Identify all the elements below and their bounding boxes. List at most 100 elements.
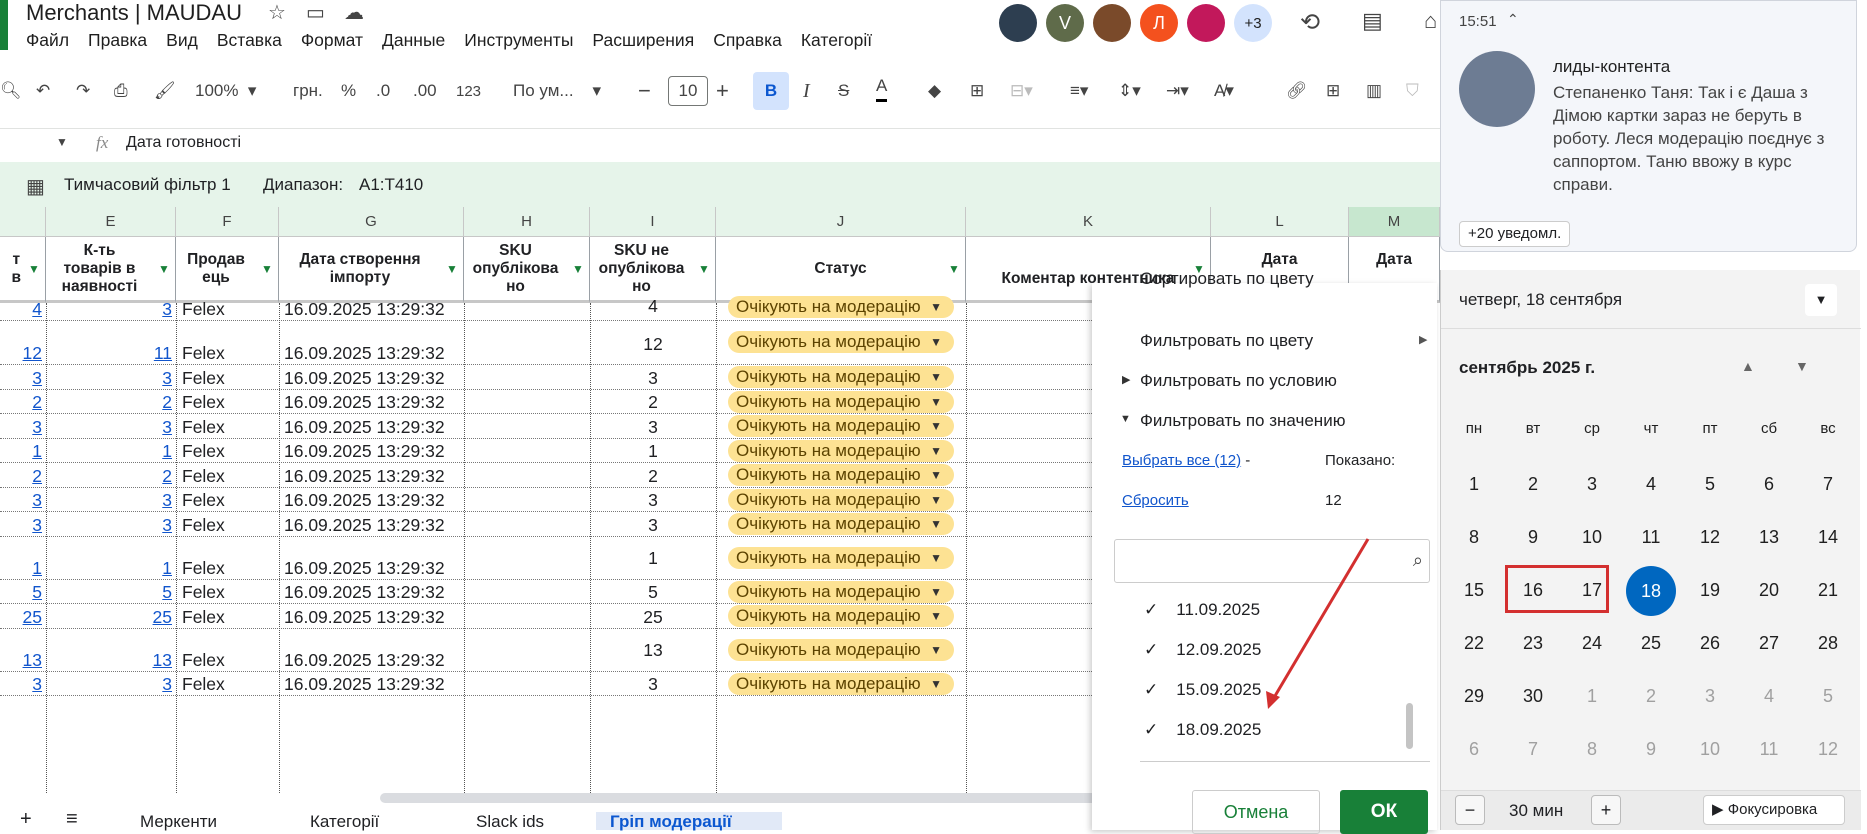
calendar-day[interactable]: 10 <box>1563 527 1621 548</box>
sort-by-color-item[interactable]: Сортировать по цвету <box>1140 269 1314 289</box>
font-select[interactable]: По ум... ▾ <box>513 72 601 110</box>
cell-seller[interactable]: Felex <box>182 649 277 671</box>
fill-color-icon[interactable]: ◆ <box>928 72 941 110</box>
calendar-day[interactable]: 8 <box>1445 527 1503 548</box>
status-chip[interactable]: Очікують на модерацію ▼ <box>728 672 954 695</box>
calendar-day[interactable]: 2 <box>1504 474 1562 495</box>
calendar-day[interactable]: 8 <box>1563 739 1621 760</box>
cell-stock[interactable]: 3 <box>46 673 172 695</box>
text-rotation-icon[interactable]: A̸▾ <box>1214 72 1234 110</box>
cell-seller[interactable]: Felex <box>182 342 277 364</box>
calendar-day[interactable]: 22 <box>1445 633 1503 654</box>
calendar-day[interactable]: 14 <box>1799 527 1857 548</box>
cell-seller[interactable]: Felex <box>182 514 277 536</box>
cell-sku-unpublished[interactable]: 3 <box>590 673 716 695</box>
cell-stock[interactable]: 3 <box>46 298 172 320</box>
cell-d[interactable]: 2 <box>0 391 42 413</box>
sheet-tab[interactable]: Меркенти <box>140 812 217 832</box>
menu-item[interactable]: Категорії <box>801 30 872 51</box>
comments-icon[interactable]: ▤ <box>1362 8 1383 34</box>
filter-by-condition-item[interactable]: Фильтровать по условию <box>1140 371 1337 391</box>
calendar-day[interactable]: 30 <box>1504 686 1562 707</box>
sheet-tab[interactable]: Категорії <box>310 812 379 832</box>
calendar-day[interactable]: 11 <box>1622 527 1680 548</box>
insert-comment-icon[interactable]: ⊞ <box>1326 72 1340 110</box>
filter-by-value-item[interactable]: Фильтровать по значению <box>1140 411 1345 431</box>
cell-import-date[interactable]: 16.09.2025 13:29:32 <box>284 391 464 413</box>
percent-button[interactable]: % <box>341 72 356 110</box>
star-icon[interactable]: ☆ <box>268 0 286 25</box>
filter-value-item[interactable]: ✓ 15.09.2025 <box>1144 680 1261 700</box>
prev-month-icon[interactable]: ▲ <box>1741 358 1755 374</box>
menu-item[interactable]: Расширения <box>592 30 694 51</box>
cell-stock[interactable]: 3 <box>46 416 172 438</box>
sheet-tab-active[interactable]: Гріп модерації <box>596 812 782 831</box>
calendar-day[interactable]: 9 <box>1504 527 1562 548</box>
cell-stock[interactable]: 25 <box>46 606 172 628</box>
cell-sku-unpublished[interactable]: 3 <box>590 367 716 389</box>
cell-d[interactable]: 13 <box>0 649 42 671</box>
cell-sku-unpublished[interactable]: 3 <box>590 416 716 438</box>
col-header-f[interactable]: F <box>176 207 279 237</box>
cell-stock[interactable]: 2 <box>46 391 172 413</box>
name-box-dropdown-icon[interactable]: ▼ <box>56 135 68 149</box>
cell-d[interactable]: 4 <box>0 298 42 320</box>
cell-d[interactable]: 3 <box>0 489 42 511</box>
filter-value-item[interactable]: ✓ 12.09.2025 <box>1144 640 1261 660</box>
filter-by-color-item[interactable]: Фильтровать по цвету <box>1140 331 1313 351</box>
calendar-day[interactable]: 11 <box>1740 739 1798 760</box>
filter-value-item[interactable]: ✓ 18.09.2025 <box>1144 720 1261 740</box>
menu-item[interactable]: Файл <box>26 30 69 51</box>
cell-import-date[interactable]: 16.09.2025 13:29:32 <box>284 649 464 671</box>
doc-title[interactable]: Merchants | MAUDAU <box>26 0 242 26</box>
filter-icon[interactable]: ⛉ <box>1406 72 1419 110</box>
focus-button[interactable]: ▶ Фокусировка <box>1703 795 1845 825</box>
avatar-l[interactable]: Л <box>1140 4 1178 42</box>
calendar-day[interactable]: 23 <box>1504 633 1562 654</box>
col-header-h[interactable]: H <box>464 207 590 237</box>
avatar[interactable] <box>1187 4 1225 42</box>
range-value[interactable]: A1:T410 <box>359 175 423 195</box>
col-header-g[interactable]: G <box>279 207 464 237</box>
filter-icon[interactable]: ▼ <box>445 263 459 275</box>
chevron-down-icon[interactable]: ▼ <box>1805 284 1837 316</box>
status-chip[interactable]: Очікують на модерацію ▼ <box>728 390 954 413</box>
calendar-day[interactable]: 5 <box>1681 474 1739 495</box>
menu-item[interactable]: Инструменты <box>464 30 573 51</box>
history-icon[interactable]: ⟲ <box>1300 8 1320 37</box>
italic-button[interactable]: I <box>803 72 810 110</box>
col-header-e[interactable]: E <box>46 207 176 237</box>
calendar-day[interactable]: 5 <box>1799 686 1857 707</box>
col-header-k[interactable]: K <box>966 207 1211 237</box>
zoom-select[interactable]: 100% ▾ <box>195 72 256 110</box>
cell-seller[interactable]: Felex <box>182 391 277 413</box>
values-scrollbar[interactable] <box>1406 703 1413 749</box>
calendar-day[interactable]: 1 <box>1445 474 1503 495</box>
cell-d[interactable]: 1 <box>0 557 42 579</box>
cell-stock[interactable]: 1 <box>46 440 172 462</box>
more-formats-button[interactable]: 123 <box>456 72 481 110</box>
filter-icon[interactable]: ▼ <box>697 263 711 275</box>
text-wrap-icon[interactable]: ⇥▾ <box>1166 72 1189 110</box>
cancel-button[interactable]: Отмена <box>1192 790 1320 834</box>
cell-import-date[interactable]: 16.09.2025 13:29:32 <box>284 367 464 389</box>
cell-seller[interactable]: Felex <box>182 581 277 603</box>
calendar-day[interactable]: 29 <box>1445 686 1503 707</box>
calendar-day[interactable]: 6 <box>1740 474 1798 495</box>
bold-button[interactable]: B <box>753 72 789 110</box>
calendar-day[interactable]: 9 <box>1622 739 1680 760</box>
status-chip[interactable]: Очікують на модерацію ▼ <box>728 513 954 535</box>
cell-import-date[interactable]: 16.09.2025 13:29:32 <box>284 342 464 364</box>
calendar-day[interactable]: 20 <box>1740 580 1798 601</box>
filter-icon[interactable]: ▼ <box>260 263 274 275</box>
calendar-day[interactable]: 7 <box>1504 739 1562 760</box>
cell-sku-unpublished[interactable]: 2 <box>590 391 716 413</box>
cell-stock[interactable]: 5 <box>46 581 172 603</box>
decrease-decimal-button[interactable]: .0 <box>376 72 390 110</box>
cell-import-date[interactable]: 16.09.2025 13:29:32 <box>284 298 464 320</box>
calendar-day[interactable]: 21 <box>1799 580 1857 601</box>
menu-item[interactable]: Справка <box>713 30 782 51</box>
menu-item[interactable]: Вставка <box>217 30 282 51</box>
increase-focus-button[interactable]: + <box>1591 795 1621 825</box>
search-menu-icon[interactable]: 🔍︎ <box>0 72 22 110</box>
